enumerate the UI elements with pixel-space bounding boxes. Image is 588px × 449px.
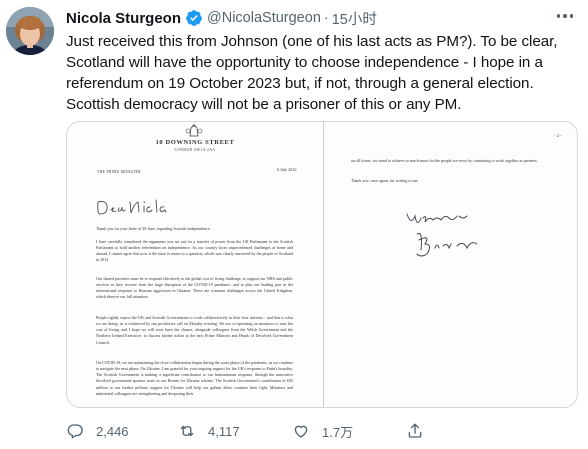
separator-dot: · <box>323 10 329 26</box>
author-name[interactable]: Nicola Sturgeon <box>66 10 181 27</box>
tweet-text: Just received this from Johnson (one of … <box>66 31 580 115</box>
reply-button[interactable]: 2,446 <box>66 418 129 444</box>
letter-paragraph: Thank you for your letter of 28 June, re… <box>96 226 211 231</box>
retweet-icon <box>180 425 194 437</box>
tweet-header: Nicola Sturgeon @NicolaSturgeon · 15小时 <box>66 8 377 28</box>
letter-page-number: - 2 - <box>554 133 562 138</box>
letter-from: THE PRIME MINISTER <box>97 170 141 174</box>
tweet-text-line: referendum on 19 October 2023 but, if no… <box>66 75 534 92</box>
share-icon <box>408 423 422 438</box>
retweet-count: 4,117 <box>208 423 240 439</box>
verified-badge-icon <box>185 9 203 27</box>
letter-page-2: - 2 - on all fronts, we stand to achieve… <box>324 122 577 407</box>
letter-paragraph: Our shared priorities must be to respond… <box>96 276 293 300</box>
like-count: 1.7万 <box>322 424 354 440</box>
tweet-actions: 2,446 4,117 1.7万 <box>66 418 576 444</box>
author-handle[interactable]: @NicolaSturgeon <box>207 10 321 26</box>
letter-paragraph: On COVID-19, we are maintaining the clos… <box>96 360 293 396</box>
letter-salutation-handwriting <box>97 199 167 215</box>
reply-count: 2,446 <box>96 423 129 439</box>
handwritten-signature <box>406 213 478 257</box>
tweet-timestamp[interactable]: 15小时 <box>332 8 377 29</box>
letter-paragraph: People rightly expect the UK and Scottis… <box>96 315 293 345</box>
avatar[interactable] <box>6 7 54 55</box>
share-button[interactable] <box>406 418 424 444</box>
tweet-text-line: Just received this from Johnson (one of … <box>66 33 558 50</box>
letter-paragraph: I have carefully considered the argument… <box>96 239 293 263</box>
letter-page-1: 10 DOWNING STREET LONDON SW1A 2AA THE PR… <box>67 122 324 407</box>
retweet-button[interactable]: 4,117 <box>178 418 240 444</box>
tweet[interactable]: Nicola Sturgeon @NicolaSturgeon · 15小时 J… <box>0 0 588 449</box>
reply-icon <box>67 424 83 439</box>
royal-crest-icon <box>185 123 203 137</box>
letter-date: 6 July 2022 <box>277 167 297 172</box>
letter-address-line-1: 10 DOWNING STREET <box>155 139 235 146</box>
like-icon <box>294 425 308 438</box>
letter-paragraph: Thank you, once again, for writing to me… <box>351 178 419 183</box>
tweet-media-image[interactable]: 10 DOWNING STREET LONDON SW1A 2AA THE PR… <box>66 121 578 408</box>
like-button[interactable]: 1.7万 <box>292 418 353 444</box>
tweet-text-line: Scotland will have the opportunity to ch… <box>66 54 543 71</box>
letter-paragraph: on all fronts, we stand to achieve so mu… <box>351 158 538 163</box>
more-icon[interactable] <box>552 6 578 26</box>
tweet-text-line: Scottish democracy will not be a prisone… <box>66 96 462 113</box>
letter-address-line-2: LONDON SW1A 2AA <box>174 148 216 152</box>
